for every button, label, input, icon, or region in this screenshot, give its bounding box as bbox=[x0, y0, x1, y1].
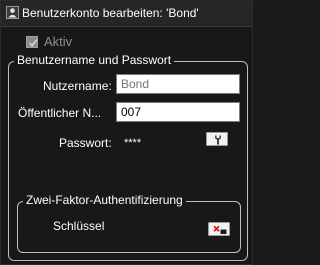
public-name-label: Öffentlicher N... bbox=[18, 106, 102, 120]
public-name-field[interactable] bbox=[116, 102, 240, 122]
change-password-button[interactable] bbox=[206, 132, 228, 146]
password-label: Passwort: bbox=[59, 136, 112, 150]
username-field[interactable] bbox=[116, 74, 240, 94]
titlebar: Benutzerkonto bearbeiten: 'Bond' bbox=[1, 1, 252, 27]
password-value: **** bbox=[124, 137, 142, 149]
edit-user-account-dialog: Benutzerkonto bearbeiten: 'Bond' Aktiv B… bbox=[0, 0, 253, 265]
username-label: Nutzername: bbox=[43, 79, 112, 93]
two-factor-legend: Zwei-Faktor-Authentifizierung bbox=[23, 193, 186, 207]
user-edit-icon bbox=[6, 6, 19, 19]
wrench-icon bbox=[215, 135, 221, 145]
remove-key-button[interactable] bbox=[208, 222, 230, 236]
key-remove-icon bbox=[213, 225, 227, 234]
aktiv-label: Aktiv bbox=[44, 34, 73, 49]
aktiv-checkbox bbox=[26, 36, 38, 48]
key-label: Schlüssel bbox=[53, 219, 105, 233]
credentials-legend: Benutzername und Passwort bbox=[14, 53, 175, 67]
window-title: Benutzerkonto bearbeiten: 'Bond' bbox=[22, 6, 199, 20]
